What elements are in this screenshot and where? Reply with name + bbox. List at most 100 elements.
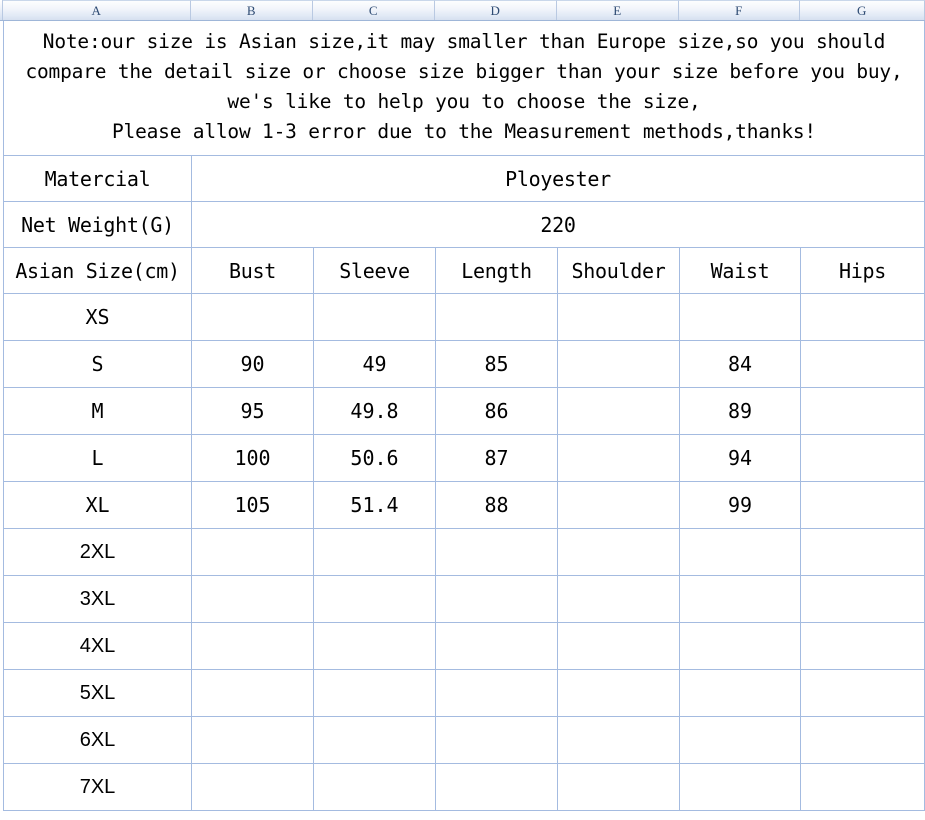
net-weight-label: Net Weight(G) xyxy=(3,201,192,248)
waist-value: 89 xyxy=(679,387,801,435)
column-header-b[interactable]: B xyxy=(191,0,313,20)
waist-value: 84 xyxy=(679,340,801,388)
note-row: Note:our size is Asian size,it may small… xyxy=(3,21,925,156)
shoulder-value xyxy=(557,481,680,529)
shoulder-value xyxy=(557,434,680,482)
size-label: 5XL xyxy=(3,669,192,717)
waist-value xyxy=(679,293,801,341)
column-header-strip: A B C D E F G xyxy=(0,0,925,21)
size-label: M xyxy=(3,387,192,435)
table-row: XL 105 51.4 88 99 xyxy=(3,481,925,529)
bust-value xyxy=(191,763,314,811)
column-header-e[interactable]: E xyxy=(557,0,679,20)
length-value xyxy=(435,763,558,811)
table-row: 5XL xyxy=(3,669,925,717)
sheet-body: Note:our size is Asian size,it may small… xyxy=(0,21,925,811)
length-value: 85 xyxy=(435,340,558,388)
table-row: 4XL xyxy=(3,622,925,670)
column-header-f[interactable]: F xyxy=(679,0,800,20)
shoulder-value xyxy=(557,669,680,717)
shoulder-value xyxy=(557,575,680,623)
sleeve-value xyxy=(313,575,436,623)
waist-value xyxy=(679,622,801,670)
length-value xyxy=(435,293,558,341)
material-label: Matercial xyxy=(3,155,192,202)
hips-value xyxy=(800,434,925,482)
column-header-c[interactable]: C xyxy=(313,0,435,20)
sleeve-value xyxy=(313,528,436,576)
table-row: 7XL xyxy=(3,763,925,811)
length-value xyxy=(435,575,558,623)
waist-value: 99 xyxy=(679,481,801,529)
hips-value xyxy=(800,481,925,529)
sleeve-value xyxy=(313,293,436,341)
waist-value xyxy=(679,716,801,764)
waist-value xyxy=(679,763,801,811)
sleeve-value xyxy=(313,622,436,670)
waist-value xyxy=(679,575,801,623)
header-sleeve: Sleeve xyxy=(313,247,436,294)
hips-value xyxy=(800,669,925,717)
material-row: Matercial Ployester xyxy=(3,155,925,202)
column-header-g[interactable]: G xyxy=(800,0,925,20)
sleeve-value xyxy=(313,669,436,717)
hips-value xyxy=(800,575,925,623)
length-value xyxy=(435,669,558,717)
sleeve-value: 50.6 xyxy=(313,434,436,482)
bust-value: 100 xyxy=(191,434,314,482)
size-label: XS xyxy=(3,293,192,341)
material-value: Ployester xyxy=(191,155,925,202)
bust-value xyxy=(191,716,314,764)
size-label: 2XL xyxy=(3,528,192,576)
size-chart-table: Note:our size is Asian size,it may small… xyxy=(3,21,925,811)
hips-value xyxy=(800,387,925,435)
size-label: XL xyxy=(3,481,192,529)
header-length: Length xyxy=(435,247,558,294)
table-row: 3XL xyxy=(3,575,925,623)
table-row: XS xyxy=(3,293,925,341)
bust-value: 95 xyxy=(191,387,314,435)
table-row: M 95 49.8 86 89 xyxy=(3,387,925,435)
sleeve-value: 49 xyxy=(313,340,436,388)
net-weight-row: Net Weight(G) 220 xyxy=(3,201,925,248)
size-label: S xyxy=(3,340,192,388)
hips-value xyxy=(800,716,925,764)
length-value xyxy=(435,528,558,576)
bust-value xyxy=(191,622,314,670)
note-text: Note:our size is Asian size,it may small… xyxy=(3,21,925,156)
header-waist: Waist xyxy=(679,247,801,294)
length-value: 86 xyxy=(435,387,558,435)
column-header-d[interactable]: D xyxy=(435,0,557,20)
hips-value xyxy=(800,622,925,670)
shoulder-value xyxy=(557,763,680,811)
bust-value: 90 xyxy=(191,340,314,388)
shoulder-value xyxy=(557,528,680,576)
header-asian-size: Asian Size(cm) xyxy=(3,247,192,294)
shoulder-value xyxy=(557,622,680,670)
waist-value: 94 xyxy=(679,434,801,482)
sleeve-value xyxy=(313,763,436,811)
size-label: 6XL xyxy=(3,716,192,764)
bust-value xyxy=(191,575,314,623)
length-value: 87 xyxy=(435,434,558,482)
size-label: 4XL xyxy=(3,622,192,670)
shoulder-value xyxy=(557,716,680,764)
size-label: L xyxy=(3,434,192,482)
length-value xyxy=(435,622,558,670)
header-hips: Hips xyxy=(800,247,925,294)
shoulder-value xyxy=(557,340,680,388)
table-row: L 100 50.6 87 94 xyxy=(3,434,925,482)
length-value xyxy=(435,716,558,764)
waist-value xyxy=(679,669,801,717)
length-value: 88 xyxy=(435,481,558,529)
shoulder-value xyxy=(557,293,680,341)
table-row: 6XL xyxy=(3,716,925,764)
column-header-a[interactable]: A xyxy=(3,0,191,20)
waist-value xyxy=(679,528,801,576)
hips-value xyxy=(800,293,925,341)
measurement-header-row: Asian Size(cm) Bust Sleeve Length Should… xyxy=(3,247,925,294)
bust-value: 105 xyxy=(191,481,314,529)
hips-value xyxy=(800,763,925,811)
header-shoulder: Shoulder xyxy=(557,247,680,294)
sleeve-value: 49.8 xyxy=(313,387,436,435)
